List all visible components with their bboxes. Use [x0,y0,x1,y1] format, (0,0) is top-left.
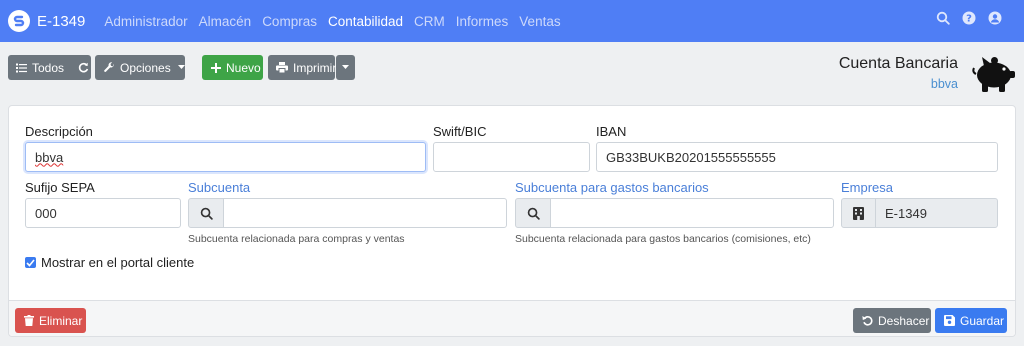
imprimir-button[interactable]: Imprimir [268,55,337,80]
nav-item-crm[interactable]: CRM [414,14,445,29]
wrench-icon [104,62,115,73]
page-subtitle: bbva [930,77,958,91]
nav-item-compras[interactable]: Compras [262,14,317,29]
empresa-addon [841,198,876,228]
brand[interactable]: E-1349 [8,10,85,32]
descripcion-input[interactable]: bbva [25,142,426,172]
empresa-input: E-1349 [875,198,998,228]
subcuenta-gastos-help: Subcuenta relacionada para gastos bancar… [515,233,811,245]
caret-down-icon [342,65,349,70]
nav-item-informes[interactable]: Informes [456,14,509,29]
empresa-label[interactable]: Empresa [841,180,893,195]
subcuenta-help: Subcuenta relacionada para compras y ven… [188,233,405,245]
nuevo-label: Nuevo [226,60,261,75]
search-icon [527,207,540,220]
eliminar-button[interactable]: Eliminar [15,308,86,333]
caret-down-icon [177,65,185,70]
trash-icon [24,315,34,326]
nuevo-button[interactable]: Nuevo [202,55,263,80]
card-footer: Eliminar Deshacer Guardar [9,300,1015,336]
form-card: Descripción bbva Swift/BIC IBAN GB33BUKB… [8,105,1016,337]
opciones-label: Opciones [120,60,171,75]
app-title: E-1349 [37,12,86,30]
brand-logo-icon [8,10,30,32]
deshacer-label: Deshacer [878,313,930,328]
sufijo-sepa-label: Sufijo SEPA [25,180,95,195]
search-icon[interactable] [936,11,950,25]
subcuenta-gastos-label[interactable]: Subcuenta para gastos bancarios [515,180,709,195]
descripcion-value: bbva [35,149,64,165]
subcuenta-gastos-input[interactable] [550,198,834,228]
sufijo-sepa-input[interactable]: 000 [25,198,181,228]
page-title: Cuenta Bancaria [838,55,958,72]
iban-label: IBAN [596,124,627,139]
nav-item-almacen[interactable]: Almacén [199,14,252,29]
eliminar-label: Eliminar [39,313,83,328]
swift-label: Swift/BIC [433,124,487,139]
subcuenta-label[interactable]: Subcuenta [188,180,250,195]
nav-item-contabilidad[interactable]: Contabilidad [328,14,403,29]
help-icon[interactable]: ? [962,11,976,25]
sufijo-sepa-value: 000 [35,205,57,221]
portal-checkbox[interactable] [25,257,36,268]
iban-value: GB33BUKB20201555555555 [606,149,776,165]
guardar-button[interactable]: Guardar [935,308,1007,333]
iban-input[interactable]: GB33BUKB20201555555555 [596,142,998,172]
subcuenta-input[interactable] [223,198,507,228]
todos-label: Todos [32,60,65,75]
list-icon [16,63,27,73]
nav-item-ventas[interactable]: Ventas [519,14,560,29]
deshacer-button[interactable]: Deshacer [853,308,931,333]
opciones-button[interactable]: Opciones [95,55,185,80]
portal-checkbox-label[interactable]: Mostrar en el portal cliente [41,255,194,270]
subcuenta-search-button[interactable] [188,198,224,228]
building-icon [853,206,864,220]
guardar-label: Guardar [960,313,1005,328]
subcuenta-gastos-search-button[interactable] [515,198,551,228]
user-icon[interactable] [988,11,1002,25]
todos-button[interactable]: Todos [8,55,91,80]
swift-input[interactable] [433,142,590,172]
imprimir-dropdown-toggle[interactable] [336,55,355,80]
save-icon [944,315,955,326]
nav-item-administrador[interactable]: Administrador [104,14,187,29]
plus-icon [211,62,221,73]
undo-icon [862,315,873,326]
print-icon [276,62,288,73]
top-navbar: E-1349 Administrador Almacén Compras Con… [0,0,1024,42]
empresa-value: E-1349 [885,205,927,221]
refresh-icon[interactable] [78,62,89,73]
piggy-bank-icon [970,52,1016,99]
search-icon [200,207,213,220]
descripcion-label: Descripción [25,124,93,139]
svg-text:?: ? [966,14,972,25]
imprimir-label: Imprimir [293,60,337,75]
